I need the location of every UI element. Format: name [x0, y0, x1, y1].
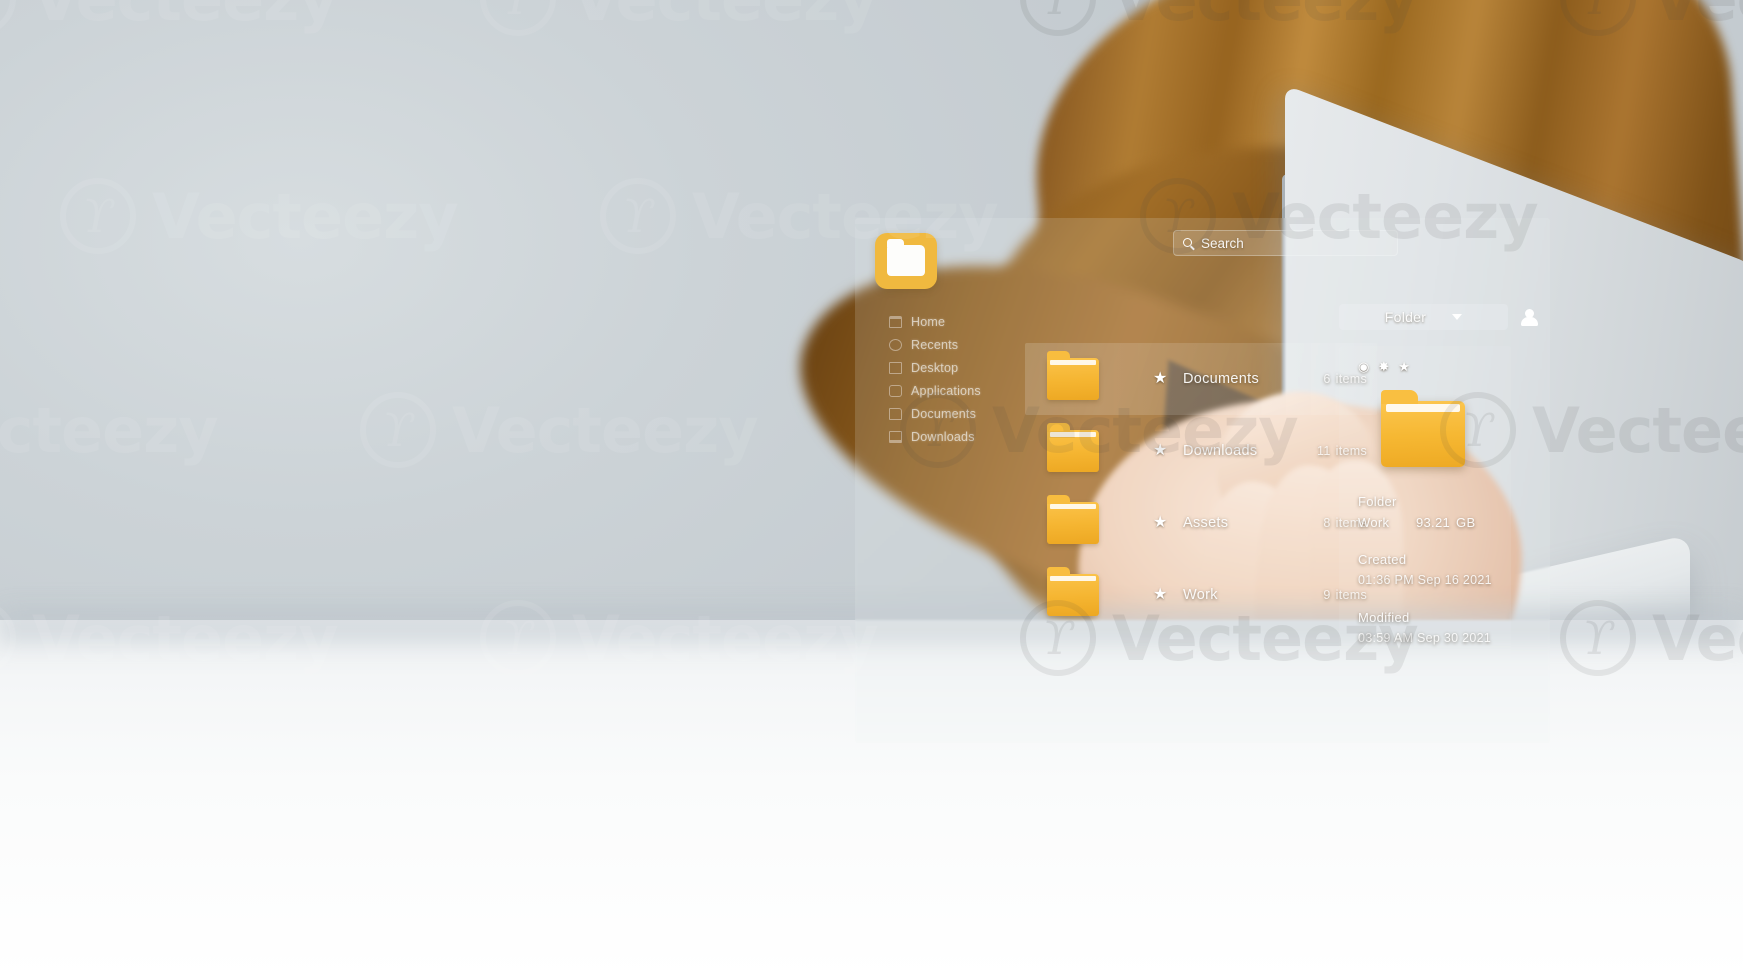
sidebar: Home Recents Desktop Applications Docume…: [867, 310, 1029, 448]
file-item-count-number: 11: [1317, 444, 1331, 458]
details-created-value-row: 01:36 PM Sep 16 2021: [1358, 570, 1511, 591]
user-avatar-icon[interactable]: [1520, 308, 1539, 327]
clock-icon: [889, 338, 902, 351]
home-icon: [889, 315, 902, 328]
download-icon: [889, 430, 902, 443]
folder-icon: [1047, 423, 1099, 472]
details-type: Folder: [1358, 491, 1511, 512]
folder-glyph-icon: [887, 239, 925, 276]
search-placeholder: Search: [1201, 235, 1244, 251]
search-icon: [1183, 237, 1194, 249]
sidebar-item-documents[interactable]: Documents: [867, 402, 1029, 425]
apps-icon: [889, 384, 902, 397]
sidebar-item-applications[interactable]: Applications: [867, 379, 1029, 402]
details-modified-value: 03:59 AM Sep 30 2021: [1358, 631, 1492, 645]
details-created-label: Created: [1358, 552, 1407, 567]
details-modified-label-row: Modified: [1358, 607, 1511, 628]
star-icon[interactable]: ★: [1153, 515, 1169, 531]
desktop-icon: [889, 361, 902, 374]
sidebar-item-home[interactable]: Home: [867, 310, 1029, 333]
table-row[interactable]: ★ Work 9 items: [1025, 559, 1377, 631]
sidebar-item-label: Recents: [911, 337, 959, 352]
eye-icon[interactable]: ◉: [1358, 359, 1369, 375]
details-size-unit: GB: [1456, 515, 1476, 530]
file-name: Work: [1183, 587, 1218, 603]
table-row[interactable]: ★ Documents 6 items: [1025, 343, 1377, 415]
sidebar-item-label: Documents: [911, 406, 977, 421]
details-created-label-row: Created: [1358, 549, 1511, 570]
details-modified-value-row: 03:59 AM Sep 30 2021: [1358, 628, 1511, 649]
file-name: Assets: [1183, 515, 1229, 531]
details-name-size: Work 93.21 GB: [1358, 512, 1511, 533]
folder-icon: [1047, 495, 1099, 544]
file-name: Documents: [1183, 371, 1260, 387]
table-row[interactable]: ★ Assets 8 items: [1025, 487, 1377, 559]
details-folder-icon: [1381, 390, 1465, 467]
chevron-down-icon: [1452, 314, 1463, 320]
sidebar-item-recents[interactable]: Recents: [867, 333, 1029, 356]
star-icon[interactable]: ★: [1153, 371, 1169, 387]
details-created-value: 01:36 PM Sep 16 2021: [1358, 573, 1492, 587]
sidebar-item-label: Downloads: [911, 429, 975, 444]
details-text: Folder Work 93.21 GB Created 01:36 PM Se…: [1339, 467, 1511, 649]
file-manager-window: Search Home Recents Desktop Applications…: [855, 218, 1550, 743]
folder-icon: [1047, 351, 1099, 400]
file-item-count-number: 9: [1323, 588, 1331, 602]
star-icon[interactable]: ★: [1153, 587, 1169, 603]
details-actions: ◉ ✸ ★: [1339, 346, 1511, 375]
sidebar-item-desktop[interactable]: Desktop: [867, 356, 1029, 379]
file-list: ★ Documents 6 items ★ Downloads 11 items ★…: [1025, 343, 1377, 631]
pin-icon[interactable]: ✸: [1378, 359, 1389, 375]
star-icon[interactable]: ★: [1153, 443, 1169, 459]
search-input[interactable]: Search: [1173, 230, 1398, 256]
folder-app-icon[interactable]: [875, 233, 937, 289]
table-row[interactable]: ★ Downloads 11 items: [1025, 415, 1377, 487]
star-icon[interactable]: ★: [1398, 359, 1410, 375]
details-modified-label: Modified: [1358, 610, 1410, 625]
details-type-label: Folder: [1358, 494, 1397, 509]
details-folder-name: Work: [1358, 515, 1390, 530]
sidebar-item-label: Desktop: [911, 360, 959, 375]
file-name: Downloads: [1183, 443, 1258, 459]
document-icon: [889, 407, 902, 420]
details-size: 93.21: [1416, 515, 1451, 530]
sidebar-item-label: Applications: [911, 383, 981, 398]
file-item-count-number: 6: [1323, 372, 1331, 386]
sidebar-item-label: Home: [911, 314, 946, 329]
dropdown-label: Folder: [1384, 309, 1427, 325]
toolbar: Folder: [1339, 304, 1539, 330]
details-panel: ◉ ✸ ★ Folder Work 93.21 GB Created 01:36…: [1339, 346, 1511, 676]
sidebar-item-downloads[interactable]: Downloads: [867, 425, 1029, 448]
folder-type-dropdown[interactable]: Folder: [1339, 304, 1508, 330]
folder-icon: [1047, 567, 1099, 616]
file-item-count-number: 8: [1323, 516, 1331, 530]
